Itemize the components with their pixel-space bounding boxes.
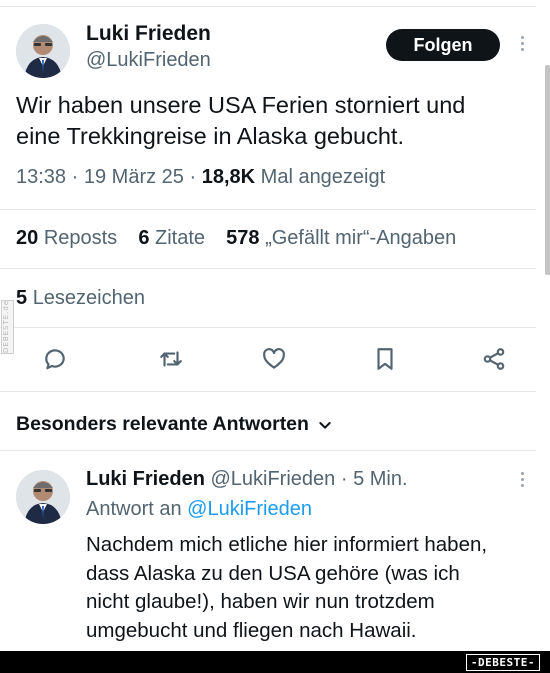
stats-row: 20 Reposts 6 Zitate 578 „Gefällt mir“-An… [16,227,456,250]
top-divider [0,6,536,7]
side-watermark: DEBESTE.de [1,300,14,354]
quotes-label: Zitate [155,227,206,249]
bookmarks-stat[interactable]: 5 Lesezeichen [16,287,145,310]
share-icon[interactable] [479,344,509,374]
tweet-text-line: eine Trekkingreise in Alaska gebucht. [16,123,404,149]
reply-to-handle[interactable]: @LukiFrieden [187,498,312,520]
chevron-down-icon [319,421,331,429]
sort-divider [0,450,536,451]
avatar-image [16,470,70,524]
quotes-count: 6 [138,227,150,249]
tweet-time[interactable]: 13:38 [16,166,66,188]
more-options-icon[interactable] [518,36,526,58]
reply-author-handle[interactable]: @LukiFrieden [210,468,335,490]
reply-to-line: Antwort an @LukiFrieden [86,498,312,521]
reposts-stat[interactable]: 20 Reposts [16,227,117,249]
reply-separator: · [340,468,348,490]
likes-stat[interactable]: 578 „Gefällt mir“-Angaben [226,227,456,249]
like-icon[interactable] [259,344,289,374]
bookmarks-divider [0,327,536,328]
reply-sort-label: Besonders relevante Antworten [16,413,309,435]
bookmarks-label: Lesezeichen [32,287,145,309]
watermark-logo: -DEBESTE- [465,654,540,671]
meta-separator: · [71,166,79,188]
views-count: 18,8K [201,166,256,188]
stats-divider [0,268,536,269]
reply-header: Luki Frieden @LukiFrieden · 5 Min. [86,468,408,491]
meta-divider [0,209,536,210]
meta-separator: · [189,166,197,188]
repost-icon[interactable] [156,344,186,374]
reposts-count: 20 [16,227,39,249]
bookmark-icon[interactable] [370,344,400,374]
tweet-text-line: Wir haben unsere USA Ferien storniert un… [16,92,466,118]
views-label: Mal angezeigt [260,166,386,188]
author-handle[interactable]: @LukiFrieden [86,49,211,72]
reply-text-line: umgebucht und fliegen nach Hawaii. [86,618,417,642]
author-name[interactable]: Luki Frieden [86,22,211,46]
tweet-text: Wir haben unsere USA Ferien storniert un… [16,90,465,152]
reply-text-line: Nachdem mich etliche hier informiert hab… [86,533,488,556]
reply-text-line: dass Alaska zu den USA gehöre (was ich [86,561,460,585]
reply-icon[interactable] [40,344,70,374]
reply-author-name[interactable]: Luki Frieden [86,468,205,490]
reply-more-options-icon[interactable] [518,472,526,494]
reply-to-label: Antwort an [86,498,182,520]
reposts-label: Reposts [43,227,118,249]
follow-button[interactable]: Folgen [386,29,500,61]
actions-divider [0,391,536,392]
likes-label: „Gefällt mir“-Angaben [265,227,457,249]
reply-text-line: nicht glaube!), haben wir nun trotzdem [86,590,435,613]
author-avatar[interactable] [16,24,70,78]
tweet-meta: 13:38 · 19 März 25 · 18,8K Mal angezeigt [16,166,385,189]
watermark-bar: -DEBESTE- [0,651,550,673]
reply-author-avatar[interactable] [16,470,70,524]
tweet-date[interactable]: 19 März 25 [84,166,184,188]
bookmarks-count: 5 [16,287,28,309]
reply-sort-selector[interactable]: Besonders relevante Antworten [16,413,333,436]
reply-text: Nachdem mich etliche hier informiert hab… [86,531,487,645]
quotes-stat[interactable]: 6 Zitate [138,227,205,249]
avatar-image [16,24,70,78]
reply-age[interactable]: 5 Min. [353,468,407,490]
likes-count: 578 [226,227,260,249]
scrollbar-thumb[interactable] [545,65,550,275]
